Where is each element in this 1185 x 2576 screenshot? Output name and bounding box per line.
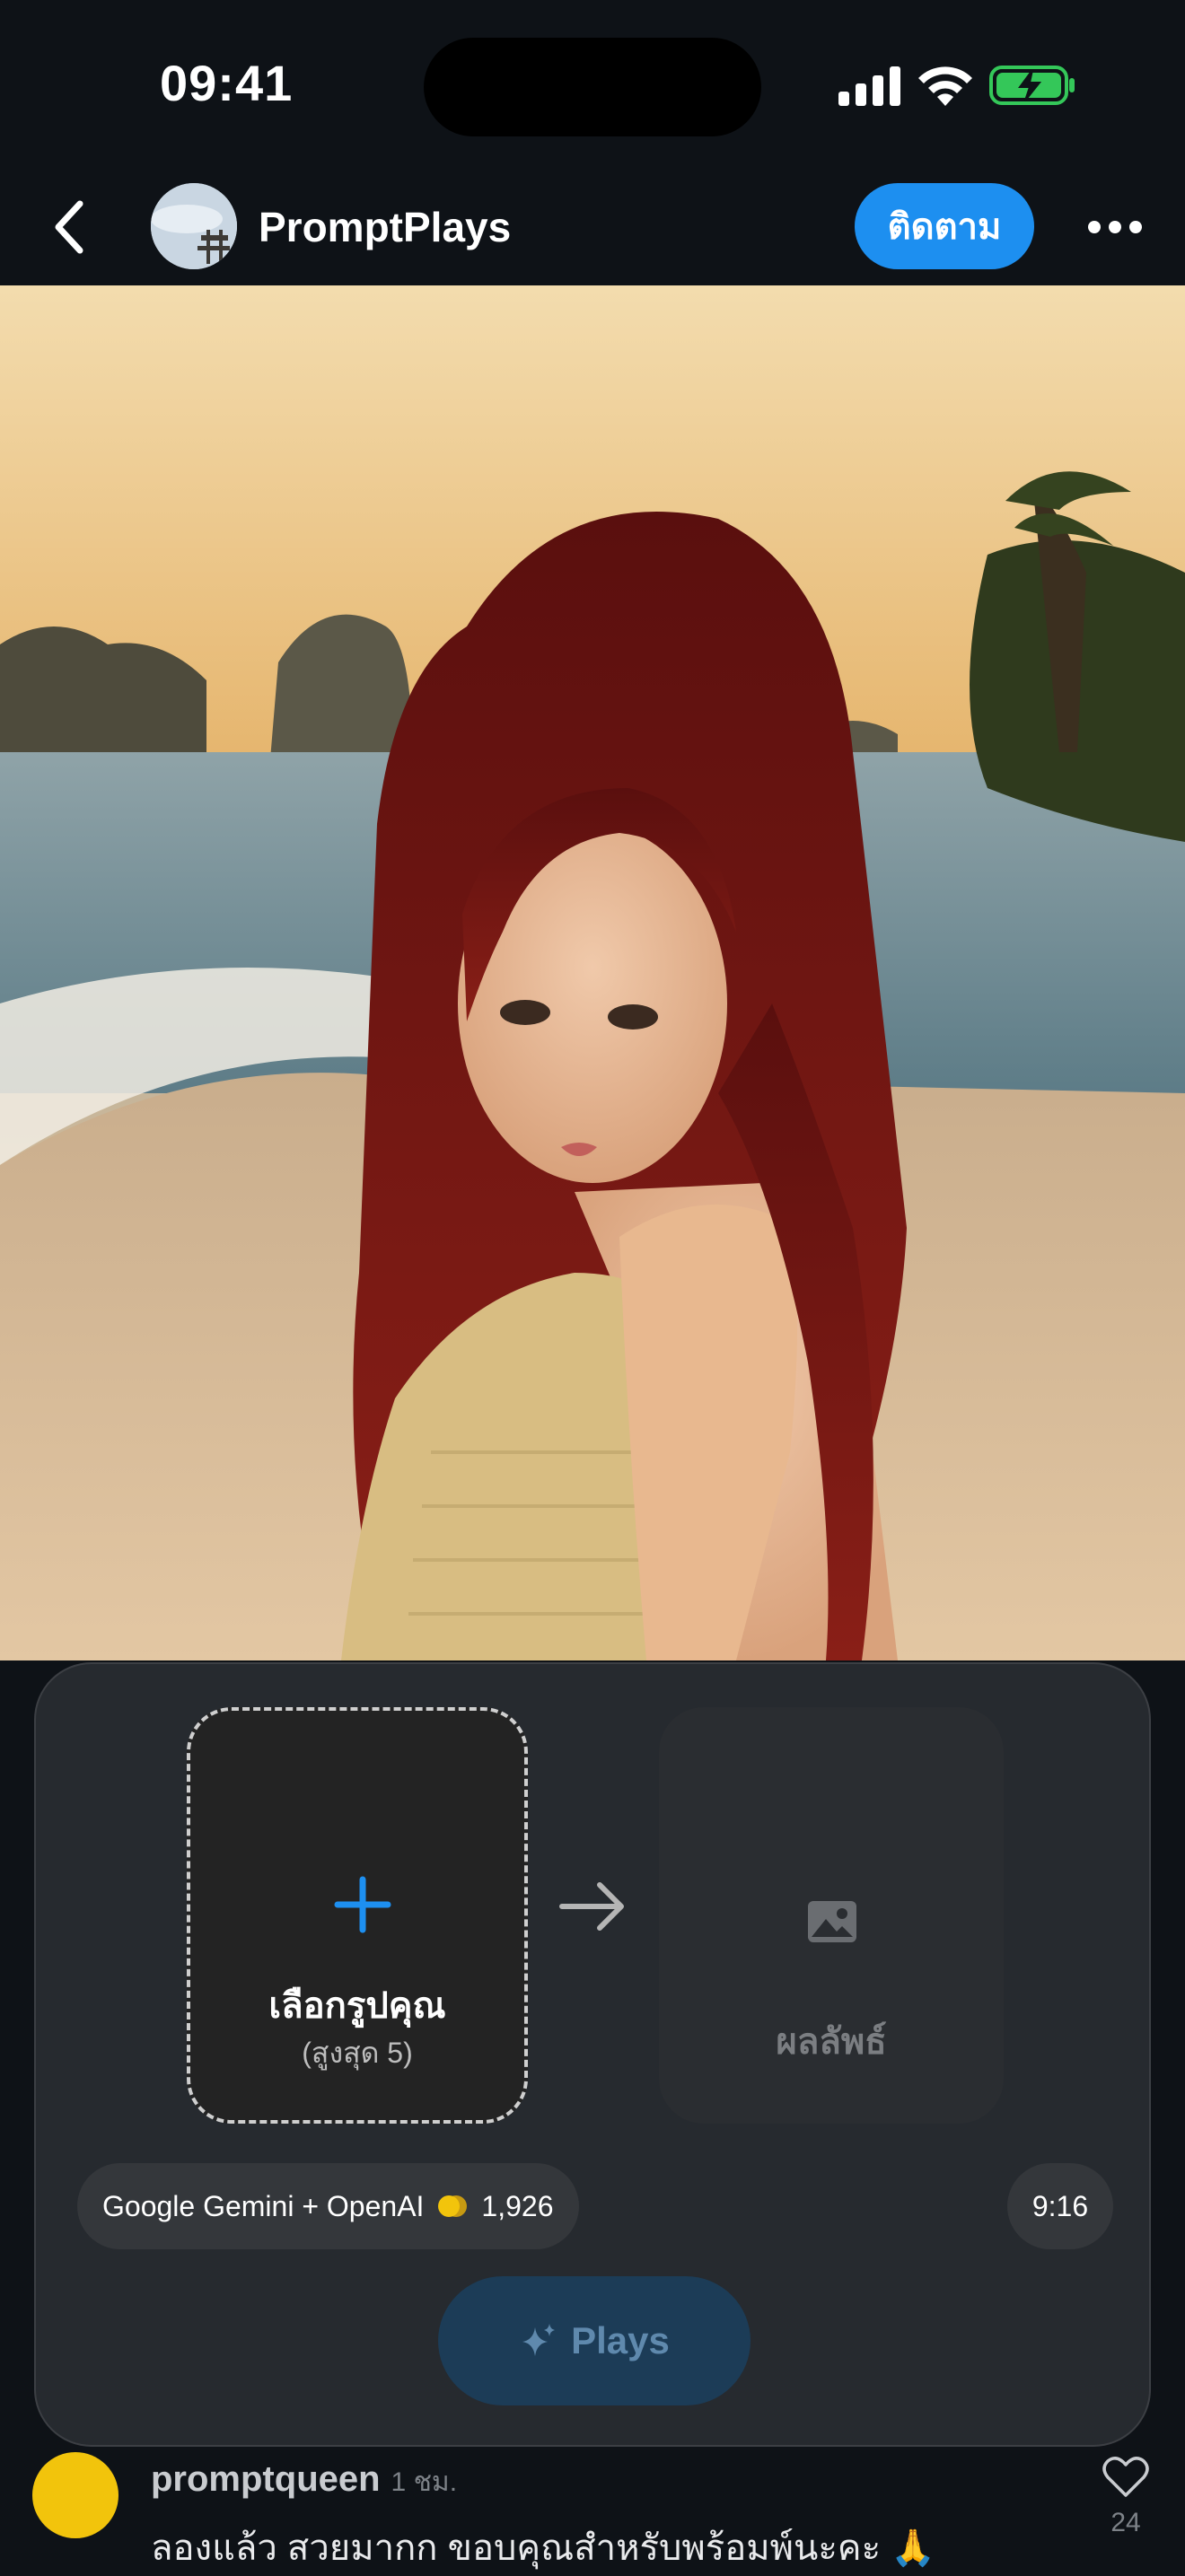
aspect-ratio-button[interactable]: 9:16 [1007,2163,1113,2249]
comment-username[interactable]: promptqueen 1 ชม. [151,2459,457,2503]
battery-charging-icon [989,66,1075,105]
channel-avatar[interactable] [151,183,237,269]
header: PromptPlays ติดตาม [0,171,1185,285]
plus-icon [334,1876,391,1933]
hero-image [0,285,1185,1660]
coins-icon [438,2195,468,2217]
follow-button[interactable]: ติดตาม [855,183,1034,269]
upload-photo-button[interactable]: เลือกรูปคุณ (สูงสุด 5) [187,1707,528,2124]
like-count: 24 [1110,2508,1141,2537]
ellipsis-icon [1088,221,1101,233]
arrow-right-icon [559,1882,624,1931]
signal-icon [838,66,900,106]
model-label: Google Gemini + OpenAI [102,2189,425,2222]
avatar-image [151,183,237,269]
status-time: 09:41 [160,55,294,111]
comment-text: ลองแล้ว สวยมากก ขอบคุณสำหรับพร้อมพ์นะคะ … [151,2528,935,2568]
image-icon [808,1901,856,1942]
sparkle-icon [522,2324,556,2356]
channel-name[interactable]: PromptPlays [259,203,511,251]
photo-woman-red-hair-beach-sunset [0,285,1185,1660]
username: promptqueen [151,2459,381,2499]
comment-item: promptqueen 1 ชม. ลองแล้ว สวยมากก ขอบคุณส… [0,2447,1185,2574]
model-badge: Google Gemini + OpenAI 1,926 [77,2163,579,2249]
cost-value: 1,926 [481,2189,554,2222]
generator-panel: เลือกรูปคุณ (สูงสุด 5) ผลลัพธ์ Google Ge… [34,1662,1151,2447]
plays-label: Plays [571,2319,670,2361]
back-button[interactable] [38,196,101,258]
heart-icon[interactable] [1102,2456,1149,2499]
more-button[interactable] [1077,196,1153,258]
plays-button[interactable]: Plays [438,2276,750,2405]
dynamic-island [424,38,761,136]
avatar[interactable] [32,2452,118,2538]
status-bar: 09:41 [0,0,1185,171]
upload-limit: (สูงสุด 5) [302,2037,413,2069]
result-preview: ผลลัพธ์ [659,1707,1004,2124]
wifi-icon [918,66,972,106]
result-label: ผลลัพธ์ [776,2022,887,2062]
chevron-left-icon [55,200,83,254]
comment-time: 1 ชม. [391,2467,458,2497]
upload-label: เลือกรูปคุณ [268,1986,446,2026]
